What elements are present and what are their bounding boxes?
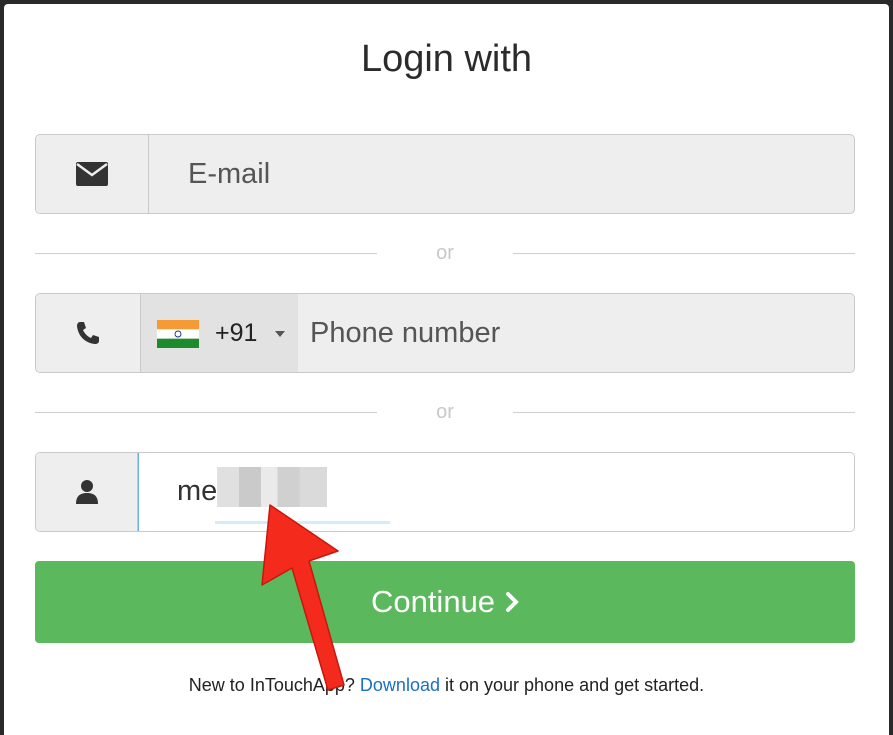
- or-divider: or: [35, 401, 855, 423]
- phone-icon: [77, 322, 99, 344]
- country-code-selector[interactable]: +91: [141, 294, 298, 372]
- phone-field-group[interactable]: +91 Phone number: [35, 293, 855, 373]
- login-modal: Login with E-mail or +91 Phone number or…: [4, 4, 889, 735]
- download-link[interactable]: Download: [360, 675, 440, 695]
- redacted-text: [217, 467, 327, 507]
- phone-field[interactable]: Phone number: [310, 294, 500, 372]
- india-flag-icon: [157, 320, 199, 348]
- email-addon: [36, 135, 149, 213]
- user-icon: [75, 480, 98, 504]
- footer-prefix: New to InTouchApp?: [188, 675, 355, 695]
- phone-addon: [36, 294, 141, 372]
- continue-label: Continue: [370, 584, 496, 619]
- envelope-icon: [76, 162, 108, 186]
- chevron-down-icon: [275, 331, 285, 337]
- username-field-group[interactable]: me: [35, 452, 855, 532]
- dial-code: +91: [215, 318, 258, 347]
- or-divider: or: [35, 242, 855, 264]
- chevron-right-icon: [506, 592, 519, 612]
- username-addon: [36, 453, 138, 531]
- email-field[interactable]: E-mail: [188, 135, 270, 213]
- continue-button[interactable]: Continue: [35, 561, 855, 643]
- page-title: Login with: [360, 38, 533, 80]
- email-field-group[interactable]: E-mail: [35, 134, 855, 214]
- username-input[interactable]: me: [138, 453, 854, 531]
- username-value: me: [177, 475, 218, 507]
- footer-suffix: it on your phone and get started.: [445, 675, 705, 695]
- footer-text: New to InTouchApp? Download it on your p…: [4, 675, 889, 696]
